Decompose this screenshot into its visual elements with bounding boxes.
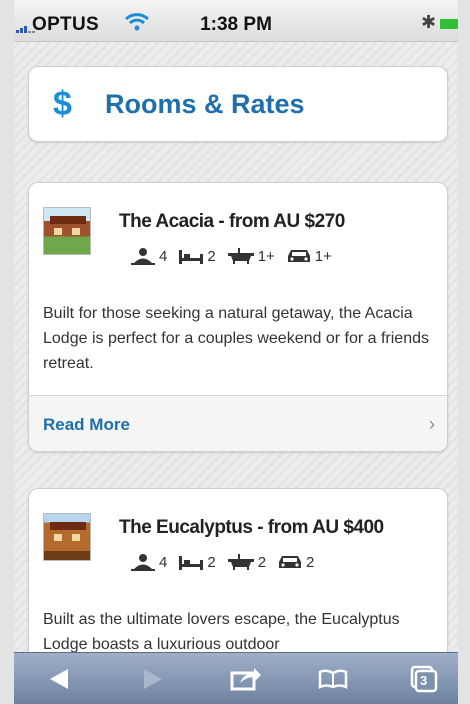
room-card-acacia: The Acacia - from AU $270 4 2 1+ 1+ Buil…	[28, 182, 448, 452]
tabs-count: 3	[420, 673, 428, 688]
room-title: The Eucalyptus - from AU $400	[119, 517, 384, 538]
room-thumbnail	[43, 207, 91, 255]
share-icon[interactable]	[230, 665, 262, 691]
forward-arrow-icon[interactable]	[142, 667, 164, 691]
bookmarks-icon[interactable]	[318, 669, 348, 689]
cars-count: 1+	[314, 247, 332, 265]
bluetooth-icon: ✱	[421, 12, 437, 32]
cars-feature: 2	[278, 554, 314, 571]
car-icon	[279, 556, 302, 568]
cars-feature: 1+	[287, 248, 332, 265]
car-icon	[287, 250, 310, 262]
baths-feature: 2	[227, 553, 267, 571]
beds-feature: 2	[179, 553, 216, 571]
tabs-button[interactable]: 3	[410, 665, 438, 693]
beds-count: 2	[207, 553, 216, 571]
room-title: The Acacia - from AU $270	[119, 211, 345, 232]
guests-feature: 4	[131, 247, 167, 265]
person-icon	[131, 554, 155, 571]
page-title: Rooms & Rates	[105, 89, 305, 119]
read-more-row[interactable]: Read More ›	[29, 395, 447, 451]
left-margin	[0, 0, 14, 704]
room-description: Built as the ultimate lovers escape, the…	[43, 611, 400, 653]
beds-feature: 2	[179, 247, 216, 265]
person-icon	[131, 248, 155, 265]
bed-icon	[179, 556, 204, 570]
guests-count: 4	[159, 553, 168, 571]
cars-count: 2	[306, 553, 315, 571]
right-margin	[458, 0, 470, 704]
page-header-card: $ Rooms & Rates	[28, 66, 448, 142]
bed-icon	[179, 250, 204, 264]
back-arrow-icon[interactable]	[48, 667, 70, 691]
beds-count: 2	[207, 247, 216, 265]
room-description: Built for those seeking a natural getawa…	[43, 305, 429, 372]
baths-count: 2	[257, 553, 267, 571]
bathtub-icon	[227, 248, 254, 264]
phone-screen: OPTUS 1:38 PM ✱ $ Rooms & Rates The Acac…	[14, 0, 458, 704]
guests-feature: 4	[131, 553, 167, 571]
read-more-link[interactable]: Read More	[43, 415, 130, 435]
baths-feature: 1+	[227, 247, 275, 265]
room-thumbnail	[43, 513, 91, 561]
chevron-right-icon: ›	[429, 414, 435, 434]
status-time: 1:38 PM	[200, 14, 272, 35]
guests-count: 4	[159, 247, 168, 265]
status-bar: OPTUS 1:38 PM ✱	[14, 0, 458, 42]
dollar-icon: $	[53, 85, 72, 123]
battery-icon	[440, 19, 458, 29]
baths-count: 1+	[257, 247, 275, 265]
room-features: 4 2 1+ 1+	[131, 247, 344, 265]
browser-toolbar: 3	[14, 652, 458, 704]
room-features: 4 2 2 2	[131, 553, 326, 571]
bathtub-icon	[227, 554, 254, 570]
